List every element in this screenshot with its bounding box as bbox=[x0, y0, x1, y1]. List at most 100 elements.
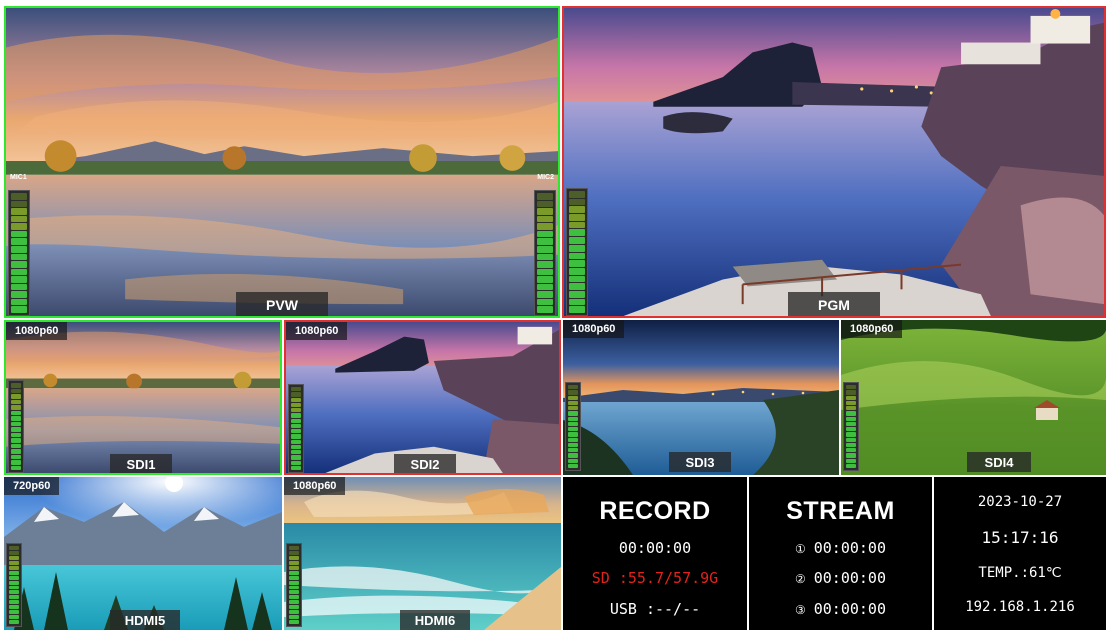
meter-segment bbox=[9, 565, 19, 570]
meter-segment bbox=[537, 223, 553, 230]
meter-segment bbox=[569, 237, 585, 244]
meter-segment bbox=[537, 283, 553, 291]
meter-segment bbox=[568, 427, 578, 432]
meter-segment bbox=[846, 390, 856, 395]
meter-segment bbox=[291, 460, 301, 465]
meter-segment bbox=[846, 463, 856, 468]
meter-segment bbox=[9, 610, 19, 615]
meter-segment bbox=[11, 261, 27, 268]
hdmi5-label: HDMI5 bbox=[110, 610, 180, 630]
meter-segment bbox=[537, 245, 553, 253]
meter-segment bbox=[11, 291, 27, 298]
meter-segment bbox=[568, 458, 578, 463]
pvw-label: PVW bbox=[236, 292, 328, 316]
pgm-program-image bbox=[564, 8, 1104, 316]
meter-segment bbox=[537, 193, 553, 200]
meter-segment bbox=[568, 432, 578, 437]
meter-segment bbox=[569, 214, 585, 221]
meter-segment bbox=[846, 427, 856, 432]
meter-segment bbox=[9, 580, 19, 585]
meter-segment bbox=[289, 546, 299, 550]
meter-segment bbox=[9, 620, 19, 624]
meter-segment bbox=[568, 453, 578, 458]
input-hdmi6[interactable]: 1080p60 HDMI6 bbox=[284, 477, 561, 630]
meter-segment bbox=[568, 406, 578, 411]
meter-segment bbox=[291, 455, 301, 460]
resolution-badge: 1080p60 bbox=[563, 320, 625, 338]
meter-segment bbox=[289, 610, 299, 615]
meter-segment bbox=[291, 434, 301, 439]
input-hdmi5[interactable]: 720p60 HDMI5 bbox=[4, 477, 282, 630]
meter-segment bbox=[11, 276, 27, 283]
record-timer: 00:00:00 bbox=[618, 538, 692, 557]
meter-segment bbox=[846, 395, 856, 400]
meter-segment bbox=[537, 208, 553, 215]
pvw-monitor[interactable]: MIC1 MIC2 PVW bbox=[4, 6, 560, 318]
meter-segment bbox=[11, 405, 21, 410]
meter-segment bbox=[9, 585, 19, 590]
stream-1-row: ① 00:00:00 bbox=[795, 539, 886, 557]
meter-segment bbox=[11, 438, 21, 443]
meter-segment bbox=[569, 260, 585, 267]
meter-segment bbox=[11, 245, 27, 253]
meter-segment bbox=[291, 423, 301, 428]
meter-segment bbox=[11, 208, 27, 215]
hdmi6-preview-image bbox=[284, 477, 561, 630]
meter-segment bbox=[11, 427, 21, 432]
meter-segment bbox=[291, 408, 301, 413]
meter-segment bbox=[289, 575, 299, 580]
meter-segment bbox=[291, 413, 301, 418]
hdmi6-label: HDMI6 bbox=[400, 610, 470, 630]
meter-segment bbox=[846, 453, 856, 458]
meter-segment bbox=[291, 439, 301, 444]
meter-segment bbox=[846, 400, 856, 405]
input-sdi1[interactable]: 1080p60 SDI1 bbox=[4, 320, 282, 475]
meter-segment bbox=[568, 416, 578, 421]
meter-segment bbox=[9, 575, 19, 580]
input-sdi2[interactable]: 1080p60 SDI2 bbox=[284, 320, 561, 475]
stream-1-timer: 00:00:00 bbox=[813, 538, 886, 557]
status-ip-address: 192.168.1.216 bbox=[965, 599, 1075, 615]
stream-panel: STREAM ① 00:00:00 ② 00:00:00 ③ 00:00:00 bbox=[749, 477, 932, 630]
meter-segment bbox=[291, 387, 301, 392]
meter-segment bbox=[291, 397, 301, 402]
meter-segment bbox=[568, 385, 578, 390]
meter-segment bbox=[846, 448, 856, 453]
meter-segment bbox=[289, 620, 299, 624]
meter-segment bbox=[537, 291, 553, 298]
sdi3-label: SDI3 bbox=[669, 452, 731, 472]
meter-segment bbox=[289, 550, 299, 555]
meter-segment bbox=[291, 465, 301, 470]
meter-segment bbox=[568, 463, 578, 468]
audio-meter-pgm bbox=[566, 188, 588, 316]
meter-segment bbox=[11, 388, 21, 393]
meter-segment bbox=[291, 418, 301, 423]
meter-segment bbox=[537, 261, 553, 268]
meter-segment bbox=[568, 390, 578, 395]
meter-segment bbox=[846, 406, 856, 411]
input-sdi3[interactable]: 1080p60 SDI3 bbox=[563, 320, 839, 475]
resolution-badge: 1080p60 bbox=[286, 322, 348, 340]
meter-segment bbox=[568, 421, 578, 426]
audio-meter-sdi3 bbox=[565, 382, 581, 471]
meter-segment bbox=[569, 244, 585, 252]
pgm-monitor[interactable]: PGM bbox=[562, 6, 1106, 318]
meter-segment bbox=[291, 392, 301, 397]
input-sdi4[interactable]: 1080p60 SDI4 bbox=[841, 320, 1106, 475]
stream-2-row: ② 00:00:00 bbox=[795, 569, 886, 587]
meter-segment bbox=[537, 276, 553, 283]
meter-segment bbox=[9, 555, 19, 560]
meter-segment bbox=[289, 605, 299, 610]
meter-segment bbox=[9, 595, 19, 600]
meter-segment bbox=[9, 590, 19, 595]
meter-segment bbox=[537, 298, 553, 306]
stream-2-timer: 00:00:00 bbox=[813, 569, 886, 588]
meter-segment bbox=[11, 383, 21, 388]
mic2-label: MIC2 bbox=[537, 174, 554, 181]
meter-segment bbox=[846, 437, 856, 442]
meter-segment bbox=[846, 416, 856, 421]
stream-1-icon: ① bbox=[794, 541, 806, 556]
meter-segment bbox=[569, 267, 585, 275]
meter-segment bbox=[11, 460, 21, 465]
meter-segment bbox=[537, 268, 553, 276]
